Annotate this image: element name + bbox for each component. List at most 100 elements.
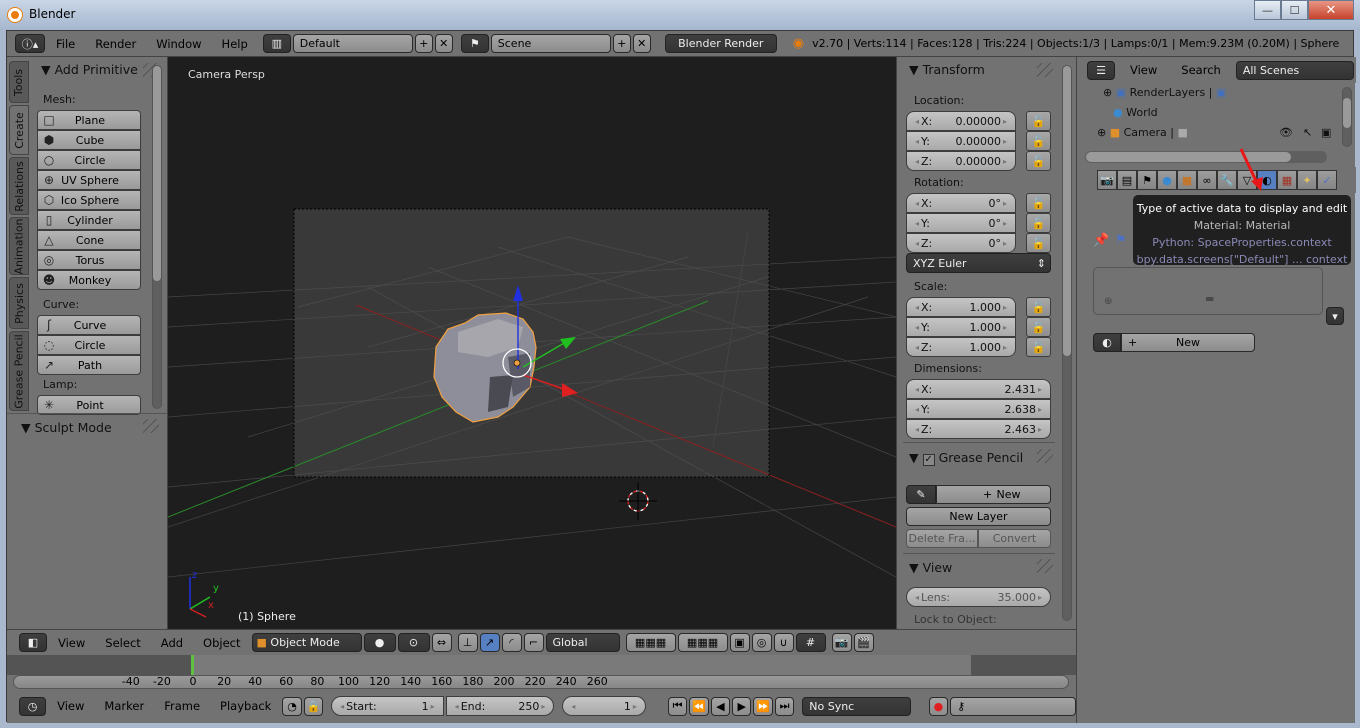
- render-tab-icon[interactable]: 📷: [1097, 170, 1117, 190]
- jump-start-button[interactable]: ⏮: [667, 696, 688, 716]
- scene-icon[interactable]: ⚑: [460, 34, 489, 53]
- add-cube-button[interactable]: ⬢ Cube: [37, 130, 141, 150]
- manipulator-toggle[interactable]: ⇔: [431, 633, 452, 652]
- add-cone-button[interactable]: △ Cone: [37, 230, 141, 250]
- 3d-viewport[interactable]: Camera Persp z y x (1) Sphere: [168, 57, 896, 629]
- remove-scene-button[interactable]: ✕: [632, 34, 651, 53]
- jump-end-button[interactable]: ⏭: [774, 696, 795, 716]
- rotate-manipulator-icon[interactable]: ◜: [501, 633, 522, 652]
- 3d-menu-object[interactable]: Object: [194, 636, 249, 650]
- renderable-camera-icon[interactable]: ▣: [1321, 126, 1331, 139]
- menu-window[interactable]: Window: [147, 37, 210, 51]
- lock-icon[interactable]: 🔓: [1026, 297, 1051, 317]
- texture-tab-icon[interactable]: ▦: [1277, 170, 1297, 190]
- outliner-menu-view[interactable]: View: [1121, 63, 1166, 77]
- add-torus-button[interactable]: ◎ Torus: [37, 250, 141, 270]
- current-frame-field[interactable]: ◂ 1 ▸: [562, 696, 646, 716]
- scene-tab-icon[interactable]: ⚑: [1137, 170, 1157, 190]
- timeline-menu-marker[interactable]: Marker: [95, 699, 153, 713]
- outliner-item-renderlayers[interactable]: ⊕ ▣ RenderLayers | ▣: [1103, 86, 1226, 99]
- close-button[interactable]: ✕: [1308, 0, 1354, 20]
- layers-group-2[interactable]: ▦▦▦: [677, 633, 728, 652]
- lock-layers-icon[interactable]: ▣: [729, 633, 750, 652]
- rotation-y-field[interactable]: ◂ Y: 0° ▸: [906, 213, 1016, 233]
- editor-type-timeline-icon[interactable]: ◷: [19, 696, 47, 716]
- keying-set-field[interactable]: ⚷: [950, 696, 1077, 716]
- lock-icon[interactable]: 🔓: [1026, 131, 1051, 151]
- material-new-button[interactable]: + New: [1121, 333, 1255, 352]
- location-y-field[interactable]: ◂ Y: 0.00000 ▸: [906, 131, 1016, 151]
- dimensions-z-field[interactable]: ◂ Z: 2.463 ▸: [906, 419, 1051, 439]
- lock-icon[interactable]: 🔓: [1026, 233, 1051, 253]
- render-layers-tab-icon[interactable]: ▤: [1117, 170, 1137, 190]
- add-screen-button[interactable]: +: [414, 34, 433, 53]
- constraints-tab-icon[interactable]: ∞: [1197, 170, 1217, 190]
- view-panel-header[interactable]: ▼ View: [909, 560, 952, 575]
- rotation-x-field[interactable]: ◂ X: 0° ▸: [906, 193, 1016, 213]
- preview-range-icon[interactable]: ◔: [282, 696, 302, 716]
- add-primitive-header[interactable]: ▼ Add Primitive: [41, 62, 138, 77]
- snap-magnet-icon[interactable]: ∪: [773, 633, 794, 652]
- play-reverse-button[interactable]: ◀: [710, 696, 731, 716]
- lock-icon[interactable]: 🔓: [1026, 213, 1051, 233]
- selectable-cursor-icon[interactable]: ↖: [1303, 126, 1312, 139]
- prev-keyframe-button[interactable]: ⏪: [689, 696, 709, 716]
- outliner-menu-search[interactable]: Search: [1172, 63, 1230, 77]
- remove-screen-button[interactable]: ✕: [434, 34, 453, 53]
- add-point-button[interactable]: ✳ Point: [37, 395, 141, 415]
- pivot-point-dropdown[interactable]: ⊙: [397, 633, 430, 652]
- screen-layout-field[interactable]: Default: [292, 34, 413, 53]
- outliner-editor-type-icon[interactable]: ☰: [1087, 60, 1115, 80]
- add-path-button[interactable]: ↗ Path: [37, 355, 141, 375]
- gp-pencil-icon[interactable]: ✎: [906, 485, 936, 504]
- outliner-item-camera[interactable]: ⊕ ■ Camera | ■: [1097, 126, 1188, 139]
- tab-tools[interactable]: Tools: [9, 61, 29, 103]
- menu-render[interactable]: Render: [86, 37, 145, 51]
- minimize-button[interactable]: —: [1254, 0, 1281, 20]
- location-z-field[interactable]: ◂ Z: 0.00000 ▸: [906, 151, 1016, 171]
- menu-help[interactable]: Help: [213, 37, 257, 51]
- panel-grip[interactable]: [1037, 63, 1053, 77]
- add-uv-sphere-button[interactable]: ⊕ UV Sphere: [37, 170, 141, 190]
- tab-grease-pencil[interactable]: Grease Pencil: [9, 331, 29, 411]
- play-button[interactable]: ▶: [732, 696, 752, 716]
- gp-convert-button[interactable]: Convert: [978, 529, 1051, 548]
- lock-icon[interactable]: 🔓: [1026, 193, 1051, 213]
- outliner-vscrollbar[interactable]: [1342, 87, 1352, 147]
- layers-group-1[interactable]: ▦▦▦: [625, 633, 676, 652]
- start-frame-field[interactable]: ◂ Start: 1 ▸: [331, 696, 444, 716]
- panel-grip[interactable]: [143, 419, 159, 433]
- add-circle-button[interactable]: ○ Circle: [37, 150, 141, 170]
- outliner-hscrollbar[interactable]: [1085, 151, 1327, 163]
- lock-icon[interactable]: 🔓: [1026, 151, 1051, 171]
- outliner-filter-dropdown[interactable]: All Scenes: [1235, 60, 1354, 80]
- rotation-z-field[interactable]: ◂ Z: 0° ▸: [906, 233, 1016, 253]
- tab-relations[interactable]: Relations: [9, 157, 29, 215]
- n-panel-scrollbar[interactable]: [1062, 65, 1072, 621]
- add-curve-button[interactable]: ʃ Curve: [37, 315, 141, 335]
- editor-type-info-icon[interactable]: ⓘ▴: [15, 34, 45, 53]
- visibility-eye-icon[interactable]: 👁: [1279, 126, 1293, 139]
- proportional-edit-icon[interactable]: ◎: [751, 633, 772, 652]
- pin-icon[interactable]: 📌: [1093, 233, 1109, 248]
- 3d-menu-select[interactable]: Select: [96, 636, 149, 650]
- current-frame-marker[interactable]: [191, 655, 194, 675]
- grease-pencil-header[interactable]: ▼ ✓ Grease Pencil: [909, 450, 1023, 466]
- next-keyframe-button[interactable]: ⏩: [753, 696, 773, 716]
- opengl-animation-icon[interactable]: 🎬: [853, 633, 874, 652]
- dimensions-y-field[interactable]: ◂ Y: 2.638 ▸: [906, 399, 1051, 419]
- modifiers-tab-icon[interactable]: 🔧: [1217, 170, 1237, 190]
- viewport-shading-dropdown[interactable]: ●: [363, 633, 396, 652]
- sculpt-mode-header[interactable]: ▼ Sculpt Mode: [21, 420, 112, 435]
- transform-header[interactable]: ▼ Transform: [909, 62, 985, 77]
- tab-create[interactable]: Create: [9, 105, 29, 155]
- render-engine-dropdown[interactable]: Blender Render: [664, 34, 777, 53]
- lock-icon[interactable]: 🔓: [1026, 111, 1051, 131]
- auto-keyframe-record-button[interactable]: ●: [928, 696, 949, 716]
- maximize-button[interactable]: ☐: [1281, 0, 1308, 20]
- add-plane-button[interactable]: □ Plane: [37, 110, 141, 130]
- transform-orientation-dropdown[interactable]: Global: [545, 633, 620, 652]
- lock-icon[interactable]: 🔓: [1026, 317, 1051, 337]
- opengl-render-icon[interactable]: 📷: [831, 633, 852, 652]
- slot-menu-button[interactable]: ▾: [1326, 307, 1344, 325]
